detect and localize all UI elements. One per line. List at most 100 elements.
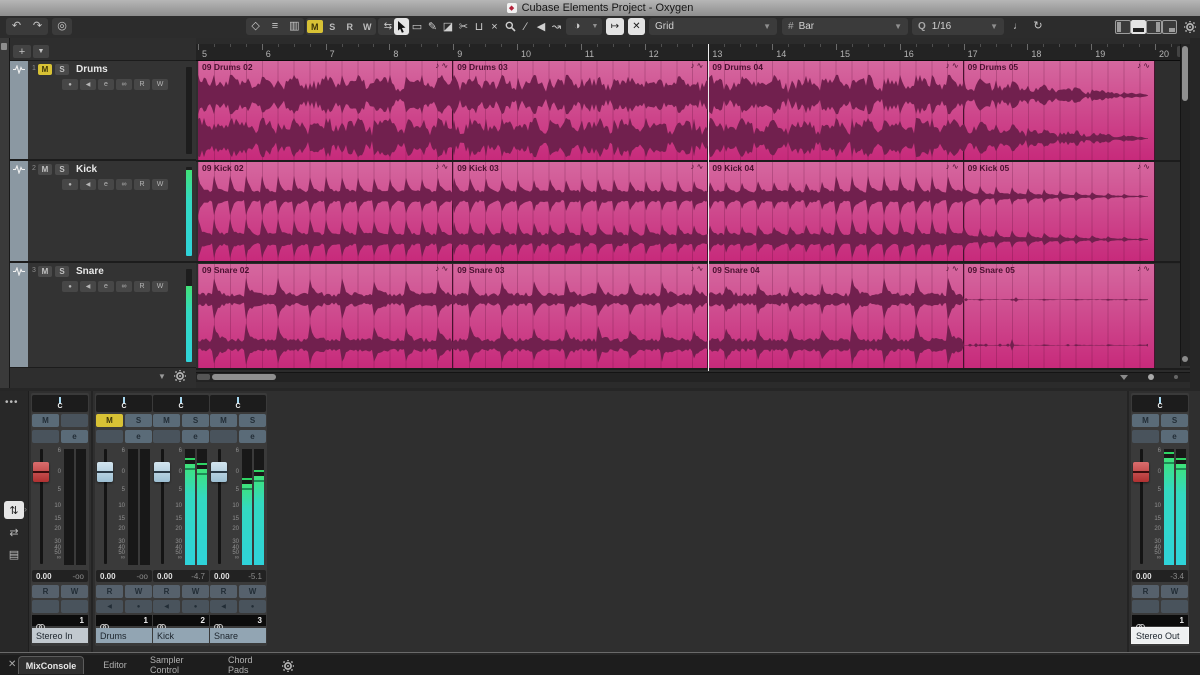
monitor-button[interactable]: ◀ — [210, 600, 237, 613]
edit-channel-button[interactable]: e — [182, 430, 209, 443]
more-icon[interactable]: ••• — [5, 397, 19, 408]
solo-button[interactable]: S — [1161, 414, 1188, 427]
audio-event[interactable]: 09 Drums 02♪ ∿ — [198, 61, 453, 160]
peak-level-value[interactable]: -4.7 — [191, 572, 205, 581]
track-visibility-icon[interactable]: ≡ — [266, 18, 284, 35]
read-automation-button[interactable]: R — [210, 585, 237, 598]
channel-name[interactable]: Kick — [153, 628, 209, 643]
audio-event[interactable]: 09 Snare 03♪ ∿ — [453, 264, 708, 368]
mute-tool[interactable]: × — [487, 18, 502, 35]
vertical-scroll-thumb[interactable] — [1182, 46, 1188, 101]
write-automation-button[interactable]: W — [152, 281, 168, 292]
automation-s-button[interactable]: S — [324, 20, 340, 33]
gain-value[interactable]: 0.00 — [1136, 572, 1152, 581]
record-enable-icon[interactable]: ● — [62, 281, 78, 292]
pan-control[interactable]: C — [210, 395, 266, 412]
edit-channel-button[interactable]: e — [239, 430, 266, 443]
left-zone-edge[interactable] — [0, 38, 10, 388]
audio-event[interactable]: 09 Snare 04♪ ∿ — [708, 264, 963, 368]
track-solo-button[interactable]: S — [55, 164, 69, 175]
open-quantize-panel-icon[interactable]: ↻ — [1029, 18, 1047, 35]
audio-event[interactable]: 09 Kick 03♪ ∿ — [453, 162, 708, 261]
range-select-tool[interactable]: ▭ — [410, 18, 425, 35]
read-automation-button[interactable]: R — [153, 585, 180, 598]
edit-channel-icon[interactable]: e — [98, 281, 114, 292]
audio-event[interactable]: 09 Drums 05♪ ∿ — [964, 61, 1155, 160]
audio-event[interactable]: 09 Snare 05♪ ∿ — [964, 264, 1155, 368]
lanes-icon[interactable]: ∞ — [116, 79, 132, 90]
zoom-tool[interactable] — [503, 18, 518, 35]
lanes-icon[interactable]: ∞ — [116, 179, 132, 190]
pan-control[interactable]: C — [96, 395, 152, 412]
object-select-tool[interactable] — [394, 18, 409, 35]
vertical-scrollbar[interactable] — [1180, 44, 1190, 366]
gain-value[interactable]: 0.00 — [214, 572, 230, 581]
left-zone-handle[interactable] — [1, 43, 7, 50]
arrange-area[interactable]: 567891011121314151617181920▼09 Drums 02♪… — [196, 38, 1190, 388]
tab-editor[interactable]: Editor — [90, 656, 140, 674]
redo-icon[interactable]: ↷ — [28, 18, 48, 35]
routing-view-icon[interactable]: ⇄ — [4, 523, 24, 541]
horizontal-zoom-slider[interactable] — [1148, 374, 1154, 380]
volume-fader[interactable] — [33, 462, 49, 482]
quantize-preset-dropdown[interactable]: Q1/16▼ — [912, 18, 1004, 35]
horizontal-scroll-thumb[interactable] — [212, 374, 276, 380]
project-colors-icon[interactable]: ◇ — [247, 18, 265, 35]
volume-fader[interactable] — [211, 462, 227, 482]
audio-event[interactable]: 09 Drums 04♪ ∿ — [708, 61, 963, 160]
constrain-delay-compensation-icon[interactable]: ◎ — [52, 18, 72, 35]
read-automation-button[interactable]: R — [134, 281, 150, 292]
track-scale-menu-icon[interactable]: ▼ — [158, 368, 166, 385]
read-automation-button[interactable]: R — [1132, 585, 1159, 598]
channel-name[interactable]: Drums — [96, 628, 152, 643]
automation-r-button[interactable]: R — [342, 20, 358, 33]
meter-bridge-icon[interactable]: ▥ — [285, 18, 303, 35]
audio-event[interactable]: 09 Drums 03♪ ∿ — [453, 61, 708, 160]
mute-button[interactable]: M — [210, 414, 237, 427]
write-automation-button[interactable]: W — [182, 585, 209, 598]
audio-event[interactable]: 09 Kick 04♪ ∿ — [708, 162, 963, 261]
record-enable-button[interactable]: ● — [182, 600, 209, 613]
editor-zone-icon[interactable] — [1162, 20, 1178, 34]
track-mute-button[interactable]: M — [38, 266, 52, 277]
solo-button[interactable]: S — [125, 414, 152, 427]
volume-fader[interactable] — [1133, 462, 1149, 482]
monitor-icon[interactable]: ◀ — [80, 79, 96, 90]
tab-chord-pads[interactable]: Chord Pads — [218, 656, 278, 674]
color-tool[interactable]: ↝ — [549, 18, 564, 35]
follow-playhead-icon[interactable]: ↦ — [606, 18, 624, 35]
faders-view-icon[interactable]: ⇅ — [4, 501, 24, 519]
gain-value[interactable]: 0.00 — [36, 572, 52, 581]
lower-zone-icon[interactable] — [1131, 20, 1147, 34]
right-zone-icon[interactable] — [1146, 20, 1162, 34]
timeline-ruler[interactable]: 567891011121314151617181920▼ — [196, 44, 1190, 61]
volume-fader[interactable] — [97, 462, 113, 482]
gain-value[interactable]: 0.00 — [157, 572, 173, 581]
read-automation-button[interactable]: R — [134, 79, 150, 90]
scroll-left-handle[interactable] — [197, 374, 210, 380]
gain-value[interactable]: 0.00 — [100, 572, 116, 581]
track-header-drums[interactable]: 1MSDrums●◀e∞RW — [10, 60, 196, 160]
add-track-button[interactable]: + — [13, 45, 31, 58]
pan-control[interactable]: C — [1132, 395, 1188, 412]
edit-channel-button[interactable]: e — [61, 430, 88, 443]
audio-event[interactable]: 09 Kick 02♪ ∿ — [198, 162, 453, 261]
snap-type-dropdown[interactable]: Grid▼ — [649, 18, 777, 35]
monitor-button[interactable]: ◀ — [96, 600, 123, 613]
line-tool[interactable]: ∕ — [518, 18, 533, 35]
horizontal-scrollbar[interactable] — [196, 372, 1190, 382]
read-automation-button[interactable]: R — [96, 585, 123, 598]
hardware-view-icon[interactable]: ▤ — [4, 545, 24, 563]
write-automation-button[interactable]: W — [125, 585, 152, 598]
add-track-menu-button[interactable]: ▼ — [33, 45, 49, 58]
audio-event[interactable]: 09 Snare 02♪ ∿ — [198, 264, 453, 368]
write-automation-button[interactable]: W — [1161, 585, 1188, 598]
rail-expand-icon[interactable]: › — [24, 504, 27, 514]
audio-event[interactable]: 09 Kick 05♪ ∿ — [964, 162, 1155, 261]
mute-button[interactable]: M — [1132, 414, 1159, 427]
record-enable-icon[interactable]: ● — [62, 79, 78, 90]
write-automation-button[interactable]: W — [239, 585, 266, 598]
gear-icon[interactable] — [282, 659, 294, 675]
write-automation-button[interactable]: W — [152, 179, 168, 190]
close-icon[interactable]: ✕ — [8, 659, 16, 670]
